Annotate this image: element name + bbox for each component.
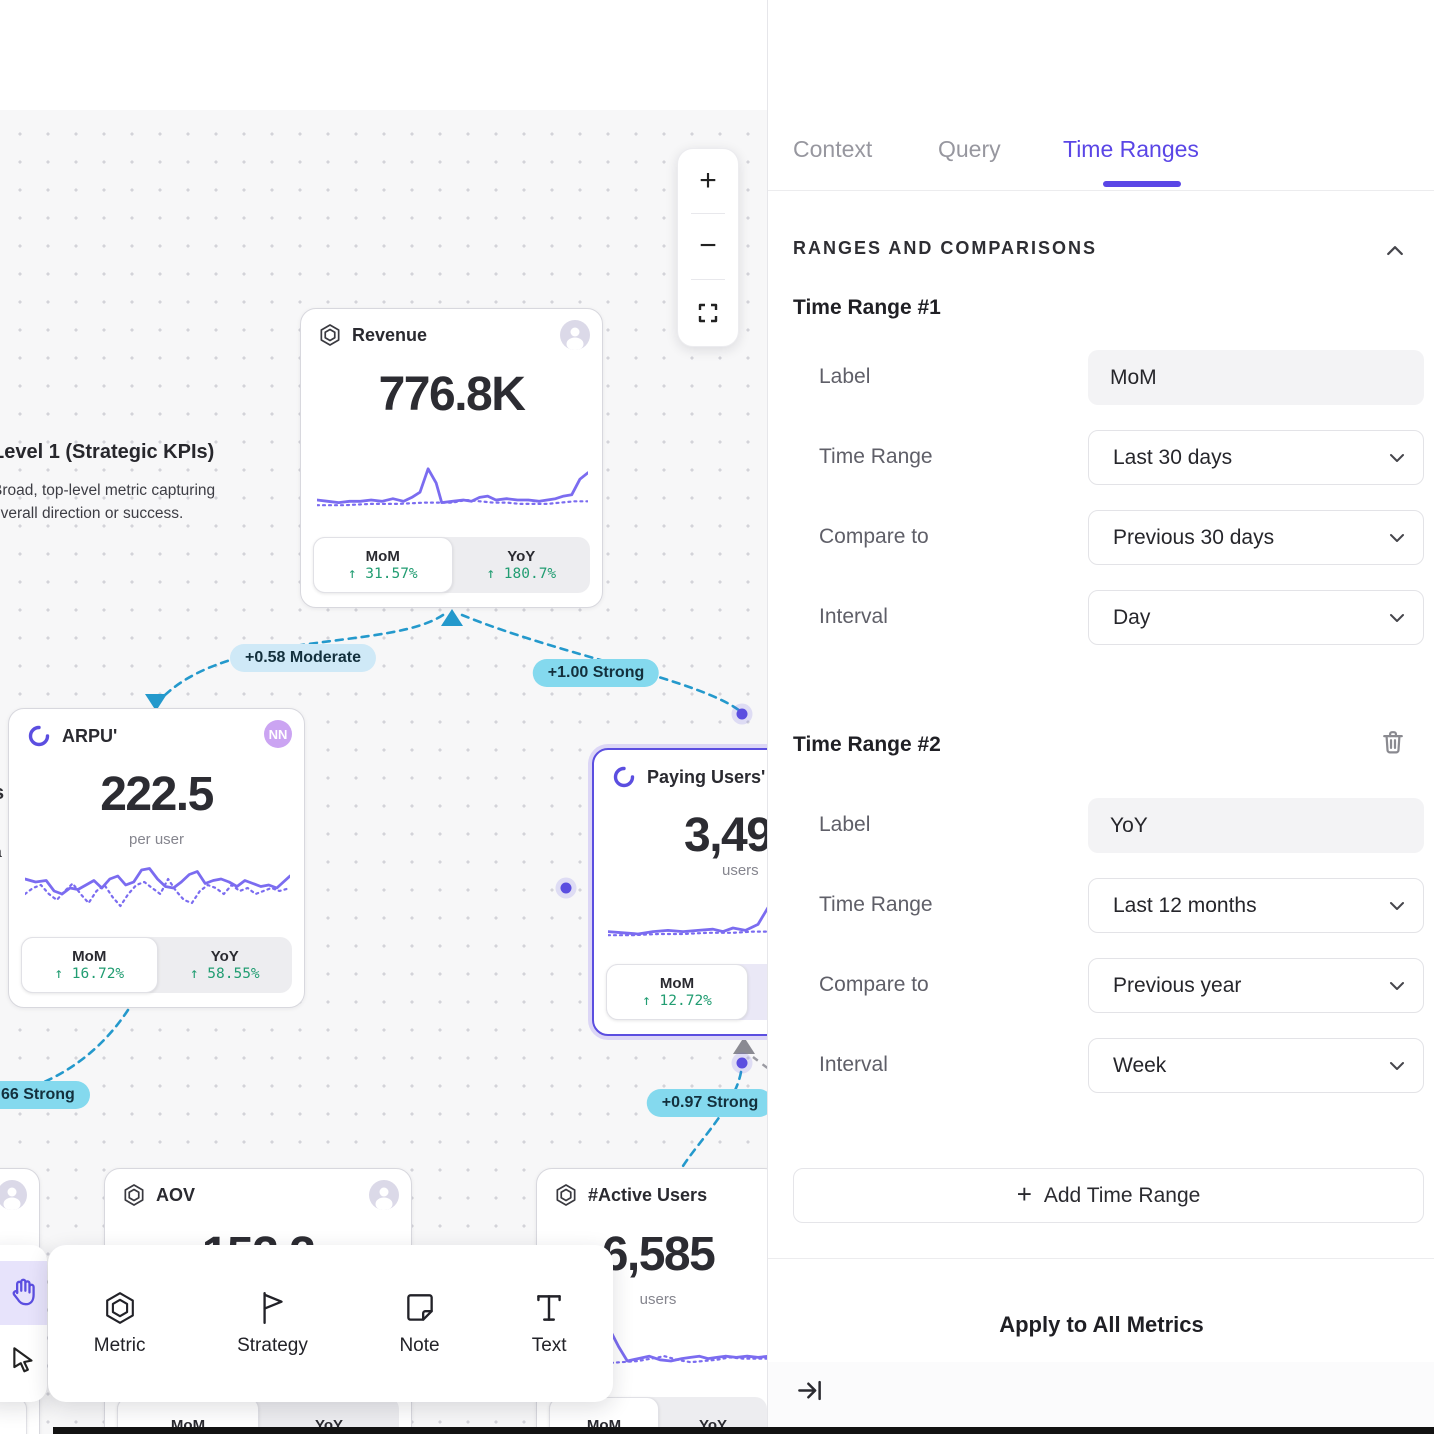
time-range-2-title: Time Range #2 [793, 733, 941, 757]
metric-unit: per user [9, 831, 304, 848]
chevron-down-icon [1389, 613, 1405, 623]
field-label: Compare to [819, 973, 929, 997]
owner-avatar-icon [369, 1180, 399, 1210]
connector-handle[interactable] [737, 709, 748, 720]
sparkline-chart [25, 861, 290, 921]
tab-time-ranges[interactable]: Time Ranges [1063, 136, 1199, 163]
metric-value: 776.8K [301, 367, 602, 422]
range-toggle: MoM ↑ 12.72% [606, 964, 767, 1020]
cutoff-text-fragment: s [0, 782, 4, 805]
range-toggle-yoy[interactable] [748, 964, 767, 1020]
range-toggle [0, 1397, 27, 1434]
range-toggle-yoy[interactable]: YoY ↑ 180.7% [453, 537, 591, 593]
time-range-select[interactable]: Last 12 months [1088, 878, 1424, 933]
zoom-in-button[interactable]: + [678, 149, 738, 213]
metric-tree-canvas[interactable]: +0.58 Moderate +1.00 Strong 66 Strong +0… [0, 110, 767, 1434]
card-title: #Active Users [588, 1185, 707, 1206]
field-label: Label [819, 813, 870, 837]
panel-footer [768, 1362, 1434, 1434]
apply-to-all-metrics-button[interactable]: Apply to All Metrics [768, 1295, 1434, 1355]
label-input[interactable]: MoM [1088, 350, 1424, 405]
correlation-badge[interactable]: +1.00 Strong [533, 659, 659, 687]
zoom-out-button[interactable]: − [678, 214, 738, 278]
select-tool-icon[interactable] [0, 1327, 47, 1391]
add-text-button[interactable]: Text [531, 1290, 567, 1357]
range-toggle: MoM ↑ 31.57% YoY ↑ 180.7% [313, 537, 590, 593]
card-title: ARPU' [62, 726, 117, 747]
chevron-down-icon [1389, 453, 1405, 463]
window-bottom-edge [53, 1427, 1434, 1434]
field-label: Interval [819, 605, 888, 629]
tab-query[interactable]: Query [938, 136, 1001, 163]
field-label: Time Range [819, 445, 933, 469]
interval-select[interactable]: Week [1088, 1038, 1424, 1093]
level-note-line: Broad, top-level metric capturing [0, 482, 215, 500]
chevron-down-icon [1389, 533, 1405, 543]
loading-spinner-icon [27, 724, 51, 748]
connector-handle[interactable] [737, 1058, 748, 1069]
interval-select[interactable]: Day [1088, 590, 1424, 645]
metric-hexagon-icon [123, 1184, 145, 1206]
field-label: Interval [819, 1053, 888, 1077]
add-strategy-button[interactable]: Strategy [237, 1290, 308, 1357]
plus-icon: + [1017, 1179, 1032, 1210]
compare-to-select[interactable]: Previous year [1088, 958, 1424, 1013]
range-toggle-mom[interactable]: MoM ↑ 16.72% [21, 937, 158, 993]
metric-value: 3,49 [684, 808, 767, 863]
compare-to-select[interactable]: Previous 30 days [1088, 510, 1424, 565]
loading-spinner-icon [612, 765, 636, 789]
correlation-badge[interactable]: 66 Strong [0, 1081, 90, 1109]
card-title: Paying Users' [647, 767, 765, 788]
chevron-down-icon [1389, 1061, 1405, 1071]
sparkline-chart [608, 898, 767, 946]
collaborator-badge: NN [264, 720, 292, 748]
field-label: Compare to [819, 525, 929, 549]
sparkline-chart [317, 461, 588, 513]
zoom-controls: + − [677, 148, 739, 347]
metric-hexagon-icon [555, 1184, 577, 1206]
owner-avatar-icon [0, 1180, 27, 1210]
add-note-button[interactable]: Note [399, 1290, 439, 1357]
chevron-up-icon[interactable] [1386, 243, 1404, 257]
label-input[interactable]: YoY [1088, 798, 1424, 853]
range-toggle-mom[interactable] [0, 1397, 27, 1434]
hand-tool-icon[interactable] [0, 1261, 47, 1325]
metric-unit: users [722, 862, 759, 879]
chevron-down-icon [1389, 901, 1405, 911]
time-range-1-title: Time Range #1 [793, 296, 941, 320]
field-label: Time Range [819, 893, 933, 917]
settings-panel: Context Query Time Ranges RANGES AND COM… [767, 0, 1434, 1434]
chevron-down-icon [1389, 981, 1405, 991]
connector-handle[interactable] [561, 883, 572, 894]
field-label: Label [819, 365, 870, 389]
range-toggle-mom[interactable]: MoM ↑ 31.57% [313, 537, 453, 593]
metric-hexagon-icon [319, 324, 341, 346]
add-time-range-button[interactable]: + Add Time Range [793, 1168, 1424, 1223]
range-toggle: MoM ↑ 16.72% YoY ↑ 58.55% [21, 937, 292, 993]
range-toggle-yoy[interactable]: YoY ↑ 58.55% [158, 937, 293, 993]
time-range-select[interactable]: Last 30 days [1088, 430, 1424, 485]
tab-context[interactable]: Context [793, 136, 872, 163]
collapse-panel-icon[interactable] [796, 1377, 823, 1404]
cutoff-text-fragment: a [0, 844, 2, 862]
metric-card-arpu[interactable]: ARPU' NN 222.5 per user MoM ↑ 16.72% YoY… [8, 708, 305, 1008]
correlation-badge[interactable]: +0.97 Strong [647, 1089, 767, 1117]
metric-value: 222.5 [9, 767, 304, 822]
owner-avatar-icon [560, 320, 590, 350]
metric-card-revenue[interactable]: Revenue 776.8K MoM ↑ 31.57% YoY ↑ 180.7% [300, 308, 603, 608]
canvas-tool-palette [0, 1245, 47, 1402]
fit-view-icon[interactable] [678, 281, 738, 345]
range-toggle-mom[interactable]: MoM ↑ 12.72% [606, 964, 748, 1020]
card-title: Revenue [352, 325, 427, 346]
canvas-add-toolbar: Metric Strategy Note Text [48, 1245, 613, 1402]
delete-time-range-icon[interactable] [1379, 728, 1409, 762]
level-note-line: overall direction or success. [0, 505, 183, 523]
correlation-badge[interactable]: +0.58 Moderate [230, 644, 376, 672]
section-header[interactable]: RANGES AND COMPARISONS [793, 238, 1097, 259]
add-metric-button[interactable]: Metric [94, 1290, 146, 1357]
metric-card-paying-users[interactable]: Paying Users' 3,49 users MoM ↑ 12.72% [592, 748, 767, 1036]
card-title: AOV [156, 1185, 195, 1206]
active-tab-indicator [1103, 181, 1181, 187]
level-note-title: Level 1 (Strategic KPIs) [0, 441, 214, 464]
